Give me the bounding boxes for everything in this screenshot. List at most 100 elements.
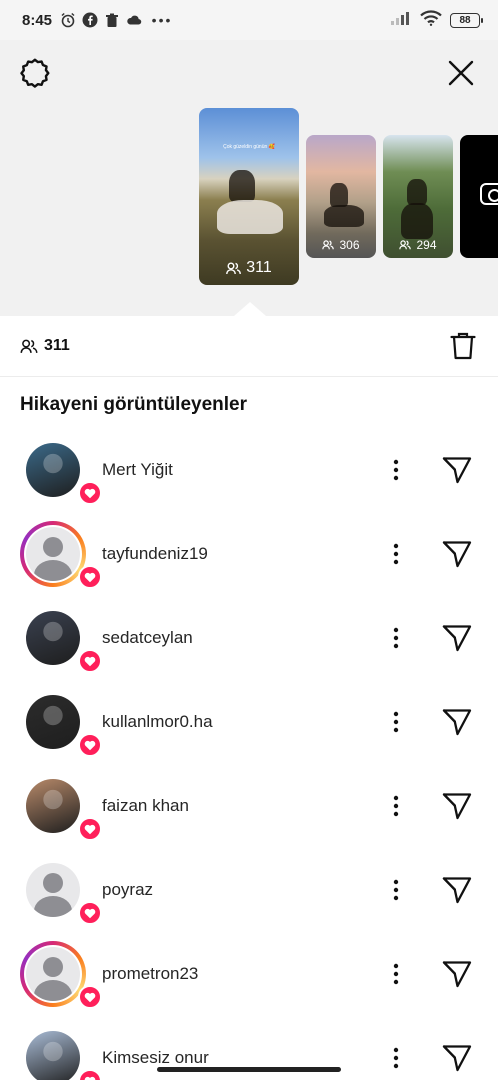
story-thumbnail-selected[interactable]: Çok güzeldin günün 🥰 311 (199, 108, 299, 285)
more-options-icon[interactable] (384, 623, 408, 653)
send-message-icon[interactable] (440, 1041, 474, 1075)
viewer-row[interactable]: sedatceylan (0, 596, 498, 680)
story-thumbnail[interactable]: 294 (383, 135, 453, 258)
add-story-camera[interactable] (460, 135, 498, 258)
avatar-container[interactable] (20, 437, 102, 505)
story-view-count: 306 (306, 238, 376, 252)
more-options-icon[interactable] (384, 959, 408, 989)
heart-icon (78, 565, 102, 589)
heart-icon (78, 481, 102, 505)
send-message-icon[interactable] (440, 453, 474, 487)
more-notifications-icon: ••• (151, 12, 173, 28)
viewer-username[interactable]: faizan khan (102, 796, 189, 816)
heart-icon (78, 649, 102, 673)
heart-icon (78, 1069, 102, 1080)
story-view-count: 294 (383, 238, 453, 252)
viewer-row[interactable]: tayfundeniz19 (0, 512, 498, 596)
avatar-frame (24, 945, 82, 1003)
viewer-row[interactable]: faizan khan (0, 764, 498, 848)
avatar-frame (24, 525, 82, 583)
heart-icon (78, 901, 102, 925)
avatar-container[interactable] (20, 857, 102, 925)
avatar-frame (24, 609, 82, 667)
facebook-icon (82, 12, 98, 28)
avatar-container[interactable] (20, 1025, 102, 1080)
default-avatar-head (43, 873, 63, 893)
viewer-username[interactable]: poyraz (102, 880, 153, 900)
gear-icon[interactable] (18, 56, 52, 90)
default-avatar-body (34, 560, 72, 581)
signal-icon (390, 11, 412, 30)
more-options-icon[interactable] (384, 707, 408, 737)
story-figure (330, 183, 348, 207)
story-figure-body (324, 205, 364, 227)
avatar (26, 695, 80, 749)
more-options-icon[interactable] (384, 539, 408, 569)
viewer-row[interactable]: prometron23 (0, 932, 498, 1016)
default-avatar-body (34, 980, 72, 1001)
trash-icon[interactable] (448, 331, 478, 361)
send-message-icon[interactable] (440, 537, 474, 571)
more-options-icon[interactable] (384, 1043, 408, 1073)
send-message-icon[interactable] (440, 705, 474, 739)
viewer-row[interactable]: kullanlmor0.ha (0, 680, 498, 764)
avatar-frame (24, 861, 82, 919)
viewer-list: Mert Yiğit tayfundeniz19 sedatceylan kullan… (0, 428, 498, 1080)
story-view-count: 311 (199, 259, 299, 277)
more-options-icon[interactable] (384, 791, 408, 821)
send-message-icon[interactable] (440, 873, 474, 907)
viewer-username[interactable]: prometron23 (102, 964, 198, 984)
viewers-icon (322, 240, 335, 250)
viewer-row[interactable]: Mert Yiğit (0, 428, 498, 512)
avatar (26, 863, 80, 917)
story-view-count-value: 311 (246, 259, 272, 276)
camera-icon (480, 183, 498, 205)
viewer-username[interactable]: kullanlmor0.ha (102, 712, 213, 732)
selected-story-pointer (234, 302, 266, 316)
avatar-story-ring[interactable] (20, 941, 102, 1009)
story-thumbnail[interactable]: 306 (306, 135, 376, 258)
status-time: 8:45 (22, 11, 53, 29)
heart-icon (78, 985, 102, 1009)
viewer-username[interactable]: sedatceylan (102, 628, 193, 648)
heart-icon (78, 733, 102, 757)
story-figure-body (401, 203, 433, 239)
status-system-icons: 88 (390, 9, 483, 31)
viewer-username[interactable]: Kimsesiz onur (102, 1048, 209, 1068)
viewers-icon (226, 262, 242, 274)
send-message-icon[interactable] (440, 957, 474, 991)
home-indicator[interactable] (157, 1067, 341, 1072)
viewer-username[interactable]: tayfundeniz19 (102, 544, 208, 564)
wifi-icon (420, 9, 442, 31)
section-title: Hikayeni görüntüleyenler (20, 394, 248, 415)
viewer-username[interactable]: Mert Yiğit (102, 460, 173, 480)
heart-icon (78, 817, 102, 841)
more-options-icon[interactable] (384, 455, 408, 485)
avatar (26, 779, 80, 833)
send-message-icon[interactable] (440, 621, 474, 655)
avatar-frame (24, 777, 82, 835)
close-icon[interactable] (446, 58, 476, 88)
send-message-icon[interactable] (440, 789, 474, 823)
avatar-container[interactable] (20, 773, 102, 841)
status-notification-icons: ••• (60, 12, 170, 28)
story-caption: Çok güzeldin günün 🥰 (223, 144, 275, 150)
story-figure (407, 179, 427, 205)
battery-icon: 88 (450, 12, 483, 28)
story-figure-body (217, 200, 283, 234)
avatar (26, 443, 80, 497)
avatar-frame (24, 441, 82, 499)
avatar-story-ring[interactable] (20, 521, 102, 589)
avatar-container[interactable] (20, 689, 102, 757)
story-view-count-value: 294 (416, 238, 437, 252)
more-options-icon[interactable] (384, 875, 408, 905)
viewers-summary-row: 311 (0, 316, 498, 377)
viewer-row[interactable]: poyraz (0, 848, 498, 932)
viewers-icon (399, 240, 412, 250)
story-figure (229, 170, 255, 202)
avatar-container[interactable] (20, 605, 102, 673)
default-avatar-body (34, 896, 72, 917)
avatar (26, 527, 80, 581)
viewers-count: 311 (44, 337, 70, 354)
story-view-count-value: 306 (339, 238, 360, 252)
